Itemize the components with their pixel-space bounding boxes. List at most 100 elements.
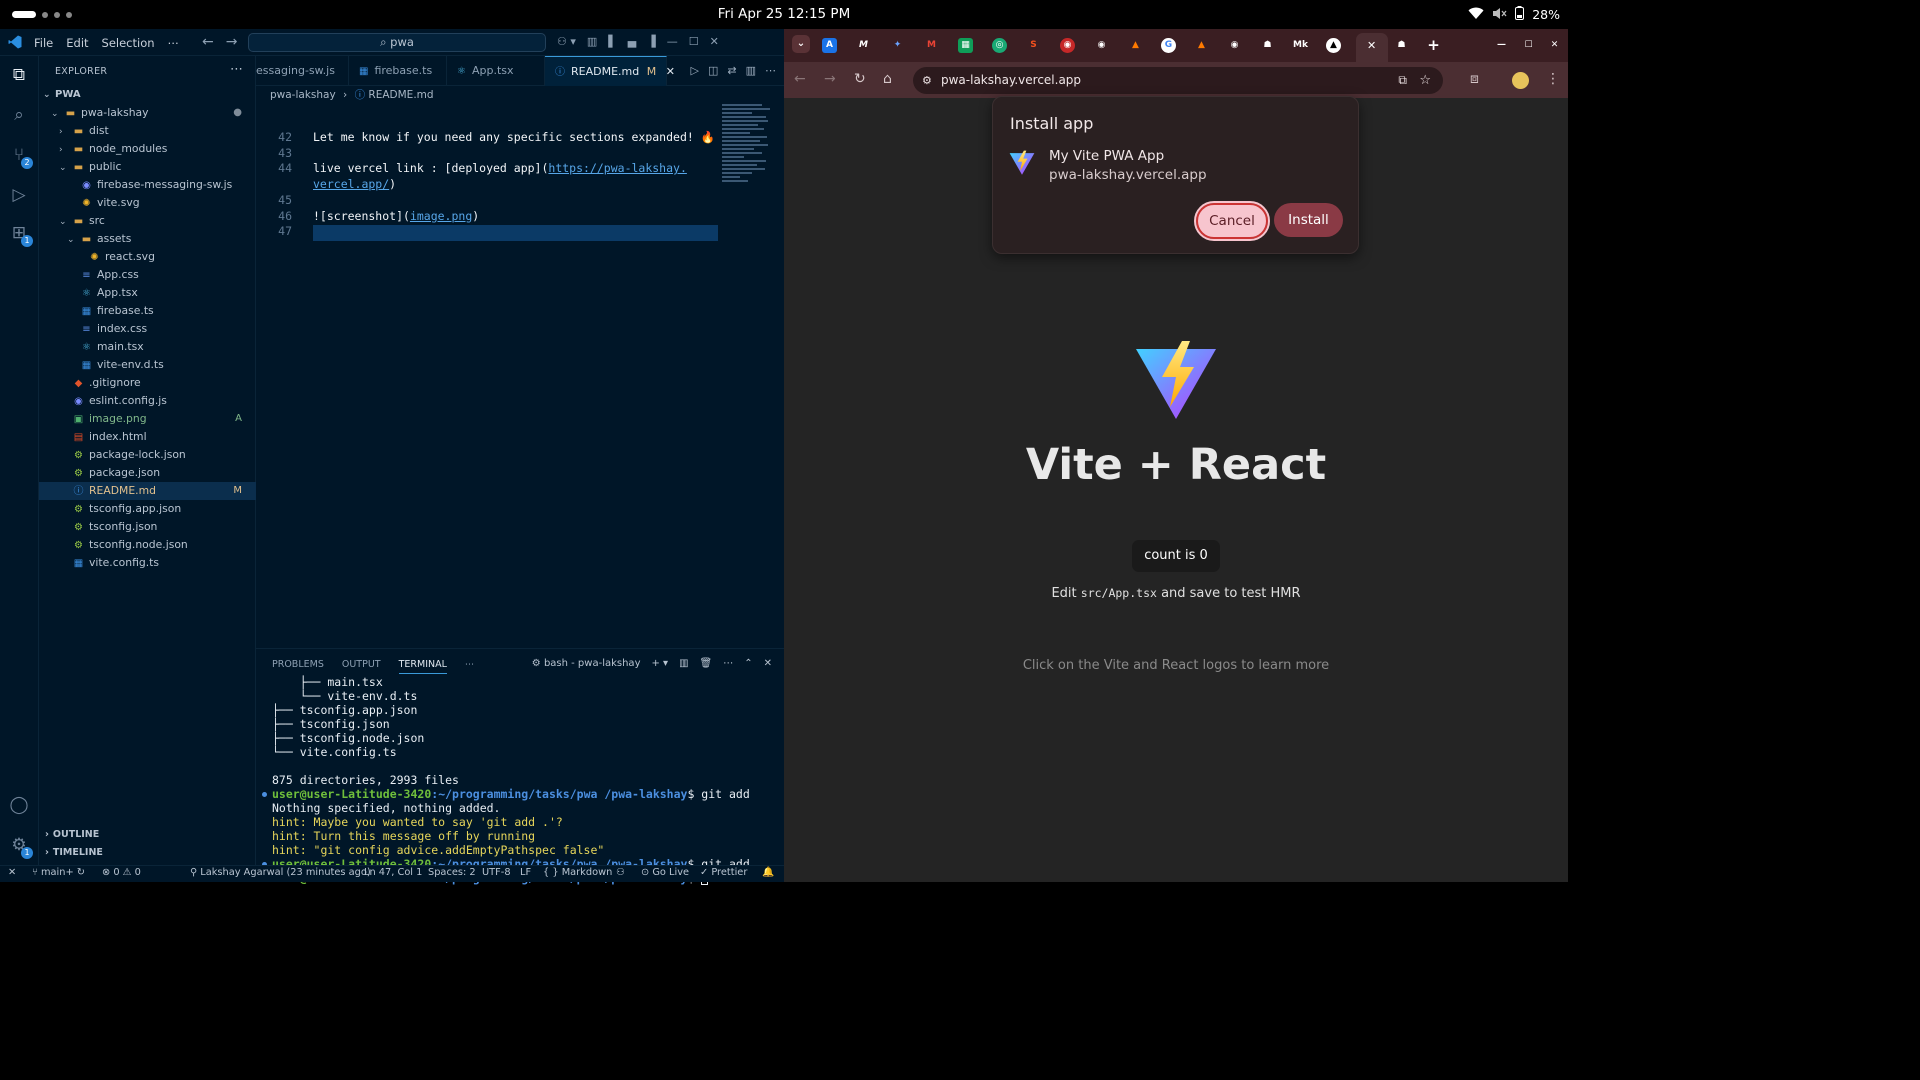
tree-file-tsconfig-app-json[interactable]: ⚙ tsconfig.app.json — [39, 500, 256, 518]
tree-file-index-css[interactable]: ≡ index.css — [39, 320, 256, 338]
tab-readme-md[interactable]: ⓘ README.md M ✕ — [545, 56, 675, 86]
toggle-sidebar-icon[interactable]: ▌ — [608, 35, 616, 48]
tree-file-app-css[interactable]: ≡ App.css — [39, 266, 256, 284]
customize-layout-icon[interactable]: ▥ — [587, 35, 597, 48]
google-icon[interactable]: G — [1161, 38, 1176, 53]
source-control-icon[interactable]: ⑂ 2 — [8, 144, 33, 169]
menu-item[interactable]: Selection — [102, 36, 155, 50]
forward-arrow-icon[interactable]: → — [824, 71, 836, 87]
github-icon[interactable]: ◉ — [1227, 38, 1242, 53]
new-tab-icon[interactable]: + — [1426, 38, 1441, 53]
back-arrow-icon[interactable]: ← — [202, 34, 214, 50]
close-icon[interactable]: ✕ — [710, 35, 719, 48]
tree-file-tsconfig-node-json[interactable]: ⚙ tsconfig.node.json — [39, 536, 256, 554]
problems-count[interactable]: ⊗ 0 ⚠ 0 — [102, 867, 141, 878]
go-live-button[interactable]: ⊙ Go Live — [641, 867, 689, 878]
language-mode[interactable]: { } Markdown — [543, 867, 612, 878]
forward-arrow-icon[interactable]: → — [226, 34, 238, 50]
outline-section[interactable]: › OUTLINE — [39, 829, 256, 847]
close-tab-icon[interactable]: ✕ — [1367, 39, 1376, 52]
tab-terminal[interactable]: TERMINAL — [398, 659, 447, 674]
firebase-icon[interactable]: ▲ — [1128, 38, 1143, 53]
code-link[interactable]: https://pwa-lakshay. — [548, 161, 686, 175]
extensions-puzzle-icon[interactable]: ⧈ — [1470, 71, 1479, 87]
manage-gear-icon[interactable]: ⚙ 1 — [8, 834, 33, 859]
minimap[interactable] — [722, 104, 780, 204]
address-bar[interactable]: ⚙ pwa-lakshay.vercel.app ⧉ ☆ — [913, 67, 1443, 94]
tree-file-firebase-messaging-sw-js[interactable]: ◉ firebase-messaging-sw.js — [39, 176, 256, 194]
tree-folder-assets[interactable]: ⌄ ▬ assets — [39, 230, 256, 248]
tree-file-firebase-ts[interactable]: ▦ firebase.ts — [39, 302, 256, 320]
open-preview-icon[interactable]: ◫ — [708, 64, 718, 77]
chrome-menu-icon[interactable]: ⋮ — [1546, 71, 1560, 87]
tree-file-package-lock-json[interactable]: ⚙ package-lock.json — [39, 446, 256, 464]
split-terminal-icon[interactable]: ▥ — [679, 658, 688, 669]
tree-file-tsconfig-json[interactable]: ⚙ tsconfig.json — [39, 518, 256, 536]
tab-favicon-red[interactable]: ◉ — [1060, 38, 1075, 53]
split-editor-icon[interactable]: ▥ — [746, 64, 756, 77]
close-tab-icon[interactable]: ✕ — [666, 65, 675, 78]
install-button[interactable]: Install — [1274, 203, 1343, 237]
copilot-icon[interactable]: ⚇ ▾ — [557, 35, 576, 48]
run-icon[interactable]: ▷ — [691, 64, 699, 77]
install-app-icon[interactable]: ⧉ — [1398, 67, 1407, 94]
reload-icon[interactable]: ↻ — [854, 71, 866, 87]
menu-item[interactable]: File — [34, 36, 53, 50]
workspace-header[interactable]: ⌄ PWA — [39, 86, 256, 104]
tab-firebase-messaging-sw[interactable]: essaging-sw.js — [246, 56, 349, 86]
tree-file-vite-svg[interactable]: ✺ vite.svg — [39, 194, 256, 212]
tab-favicon-gmail[interactable]: M — [924, 38, 939, 53]
run-debug-icon[interactable]: ▷ — [8, 184, 30, 206]
remote-icon[interactable]: ✕ — [8, 867, 16, 878]
tree-file-react-svg[interactable]: ✺ react.svg — [39, 248, 256, 266]
tab-app-tsx[interactable]: ⚛ App.tsx — [447, 56, 545, 86]
tree-folder-dist[interactable]: › ▬ dist — [39, 122, 256, 140]
tree-file-readme-md[interactable]: ⓘ README.md M — [39, 482, 256, 500]
tab-favicon-mk[interactable]: Mk — [1293, 38, 1308, 53]
tree-folder-src[interactable]: ⌄ ▬ src — [39, 212, 256, 230]
tree-folder-public[interactable]: ⌄ ▬ public — [39, 158, 256, 176]
terminal-instance[interactable]: ⚙ bash - pwa-lakshay — [532, 658, 641, 669]
open-changes-icon[interactable]: ⇄ — [727, 64, 736, 77]
command-decoration-icon[interactable] — [262, 792, 267, 797]
command-center-search[interactable]: ⌕ pwa — [248, 33, 546, 52]
tab-firebase-ts[interactable]: ▦ firebase.ts — [349, 56, 447, 86]
tree-file-main-tsx[interactable]: ⚛ main.tsx — [39, 338, 256, 356]
cancel-button[interactable]: Cancel — [1194, 201, 1270, 241]
active-tab[interactable]: ✕ — [1356, 33, 1388, 62]
clock[interactable]: Fri Apr 25 12:15 PM — [0, 6, 1568, 22]
tree-file-vite-env-d-ts[interactable]: ▦ vite-env.d.ts — [39, 356, 256, 374]
close-panel-icon[interactable]: ✕ — [764, 658, 772, 669]
close-window-icon[interactable]: ✕ — [1547, 38, 1562, 53]
tab-favicon-sheets[interactable]: ▦ — [958, 38, 973, 53]
back-arrow-icon[interactable]: ← — [794, 71, 806, 87]
tree-folder-node-modules[interactable]: › ▬ node_modules — [39, 140, 256, 158]
minimize-icon[interactable]: — — [1494, 38, 1509, 53]
tab-favicon-svelte[interactable]: S — [1026, 38, 1041, 53]
indentation[interactable]: Spaces: 2 — [428, 867, 476, 878]
more-actions-icon[interactable]: ⋯ — [723, 658, 733, 669]
menu-item[interactable]: Edit — [66, 36, 88, 50]
firebase-icon[interactable]: ▲ — [1194, 38, 1209, 53]
code-link[interactable]: image.png — [410, 209, 472, 223]
search-icon[interactable]: ⌕ — [8, 104, 30, 126]
tab-favicon-robot[interactable]: ☗ — [1260, 38, 1275, 53]
bookmark-star-icon[interactable]: ☆ — [1419, 67, 1431, 94]
toggle-panel-icon[interactable]: ▄ — [628, 35, 636, 48]
avatar[interactable] — [1512, 72, 1529, 89]
more-actions-icon[interactable]: ⋯ — [230, 62, 243, 77]
tab-favicon-gemini[interactable]: ✦ — [890, 38, 905, 53]
prettier-status[interactable]: ✓ Prettier — [700, 867, 747, 878]
tree-file-image-png[interactable]: ▣ image.png A — [39, 410, 256, 428]
tree-file-index-html[interactable]: ▤ index.html — [39, 428, 256, 446]
tab-favicon-a[interactable]: A — [822, 38, 837, 53]
site-info-icon[interactable]: ⚙ — [922, 67, 932, 94]
tree-file-app-tsx[interactable]: ⚛ App.tsx — [39, 284, 256, 302]
tab-search-icon[interactable]: ⌄ — [792, 35, 810, 53]
account-icon[interactable]: ◯ — [8, 794, 30, 816]
copilot-status-icon[interactable]: ⚇ — [616, 867, 625, 878]
tree-file--gitignore[interactable]: ◆ .gitignore — [39, 374, 256, 392]
vite-logo-icon[interactable] — [1134, 341, 1218, 421]
notifications-bell-icon[interactable]: 🔔 — [762, 867, 774, 878]
maximize-icon[interactable]: ☐ — [689, 35, 699, 48]
